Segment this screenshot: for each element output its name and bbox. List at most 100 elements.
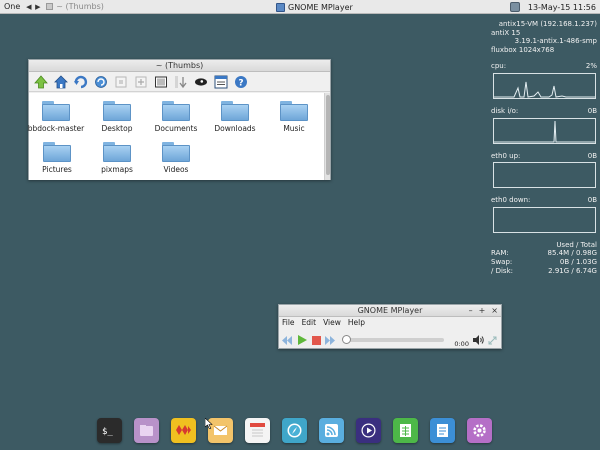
disk-graph (493, 117, 596, 144)
back-icon[interactable] (72, 73, 89, 90)
eth-up-label: eth0 up: (491, 151, 521, 160)
home-icon[interactable] (52, 73, 69, 90)
folder-item[interactable]: bbdock-master (25, 101, 87, 133)
network-icon[interactable] (509, 2, 520, 12)
folder-icon (103, 142, 131, 162)
menu-help[interactable]: Help (348, 318, 365, 328)
folder-label: Videos (163, 165, 189, 174)
taskbar-item-label: GNOME MPlayer (288, 2, 353, 12)
show-hidden-icon[interactable] (192, 73, 209, 90)
folder-label: Downloads (214, 124, 256, 133)
menu-edit[interactable]: Edit (302, 318, 317, 328)
menu-view[interactable]: View (323, 318, 341, 328)
distro-line: antiX 15 (491, 28, 521, 37)
file-manager-window: ~ (Thumbs) ? bbdock-master Desktop Docum… (28, 59, 331, 180)
close-button[interactable]: × (491, 305, 498, 317)
clock[interactable]: 13-May-15 11:56 (524, 3, 600, 12)
seek-slider[interactable] (342, 335, 445, 344)
seek-slider-handle[interactable] (342, 335, 352, 344)
folder-icon (162, 142, 190, 162)
taskbar-item-mplayer[interactable]: GNOME MPlayer (276, 1, 353, 13)
help-icon[interactable]: ? (232, 73, 249, 90)
time-display: 0:00 (454, 340, 469, 348)
details-view-icon[interactable] (212, 73, 229, 90)
workspace-label[interactable]: One (0, 2, 24, 11)
disk-label: disk i/o: (491, 106, 519, 115)
workspace-prev-icon[interactable]: ◀ (24, 3, 33, 11)
eth-up-graph (493, 162, 596, 189)
maximize-button[interactable]: + (479, 305, 486, 317)
folder-label: bbdock-master (27, 124, 85, 133)
fullscreen-icon[interactable] (488, 335, 498, 346)
fast-forward-icon[interactable] (325, 335, 336, 346)
top-taskbar: One ◀ ▶ ~ (Thumbs) GNOME MPlayer 13-May-… (0, 0, 600, 14)
eth-up-value: 0B (587, 151, 597, 160)
play-icon[interactable] (297, 335, 308, 346)
ram-label: RAM: (491, 249, 509, 258)
host-line: antix15-VM (192.168.1.237) (498, 20, 597, 28)
folder-item[interactable]: Downloads (204, 101, 266, 133)
system-tray: 13-May-15 11:56 (509, 0, 600, 14)
menu-file[interactable]: File (282, 318, 295, 328)
mouse-cursor-icon (205, 418, 213, 429)
file-manager-icon[interactable] (134, 418, 159, 443)
terminal-icon[interactable]: $_ (97, 418, 122, 443)
file-list: bbdock-master Desktop Documents Download… (26, 93, 325, 180)
up-icon[interactable] (32, 73, 49, 90)
disk-value: 0B (587, 106, 597, 115)
spreadsheet-icon[interactable] (393, 418, 418, 443)
window-title[interactable]: ~ (Thumbs) (29, 60, 330, 72)
window-icon (46, 3, 54, 10)
rss-reader-icon[interactable] (319, 418, 344, 443)
folder-item[interactable]: Documents (145, 101, 207, 133)
vertical-scrollbar[interactable] (324, 93, 330, 180)
svg-text:?: ? (238, 78, 243, 88)
eth-down-graph (493, 206, 596, 233)
folder-item[interactable]: Desktop (86, 101, 148, 133)
new-file-icon[interactable] (132, 73, 149, 90)
taskbar-item-thumbs[interactable]: ~ (Thumbs) (42, 2, 108, 11)
new-folder-icon[interactable] (112, 73, 129, 90)
volume-icon[interactable] (472, 335, 484, 346)
image-viewer-icon[interactable] (171, 418, 196, 443)
folder-item[interactable]: pixmaps (86, 142, 148, 174)
window-title: GNOME MPlayer (357, 306, 423, 315)
mplayer-titlebar[interactable]: GNOME MPlayer – + × (279, 305, 501, 317)
swap-value: 0B / 1.03G (559, 257, 597, 266)
folder-icon (280, 101, 308, 121)
cpu-graph (493, 72, 596, 99)
web-browser-icon[interactable] (282, 418, 307, 443)
folder-icon (221, 101, 249, 121)
calendar-icon[interactable] (245, 418, 270, 443)
ram-value: 85.4M / 0.98G (547, 249, 597, 258)
folder-label: Desktop (101, 124, 133, 133)
media-player-icon[interactable] (356, 418, 381, 443)
mplayer-window: GNOME MPlayer – + × File Edit View Help … (278, 304, 502, 349)
refresh-icon[interactable] (92, 73, 109, 90)
text-editor-icon[interactable] (430, 418, 455, 443)
menu-bar: File Edit View Help (279, 317, 501, 329)
disk-usage-value: 2.91G / 6.74G (548, 266, 597, 275)
folder-icon (103, 101, 131, 121)
rewind-icon[interactable] (282, 335, 293, 346)
settings-icon[interactable] (467, 418, 492, 443)
application-dock: $_ (97, 418, 492, 444)
workspace-next-icon[interactable]: ▶ (33, 3, 42, 11)
folder-item[interactable]: Videos (145, 142, 207, 174)
folder-item[interactable]: Pictures (26, 142, 88, 174)
swap-label: Swap: (491, 257, 513, 266)
folder-icon (43, 142, 71, 162)
sort-icon[interactable] (172, 73, 189, 90)
folder-item[interactable]: Music (263, 101, 325, 133)
memory-header: Used / Total (556, 240, 597, 249)
disk-usage-label: / Disk: (491, 266, 513, 275)
folder-label: Documents (154, 124, 198, 133)
stop-icon[interactable] (311, 335, 321, 346)
cpu-label: cpu: (491, 62, 507, 71)
scrollbar-thumb[interactable] (326, 95, 330, 175)
svg-text:$_: $_ (102, 427, 113, 437)
view-icon[interactable] (152, 73, 169, 90)
kernel-line: 3.19.1-antix.1-486-smp (514, 37, 597, 46)
eth-down-label: eth0 down: (491, 196, 531, 205)
minimize-button[interactable]: – (469, 305, 473, 317)
